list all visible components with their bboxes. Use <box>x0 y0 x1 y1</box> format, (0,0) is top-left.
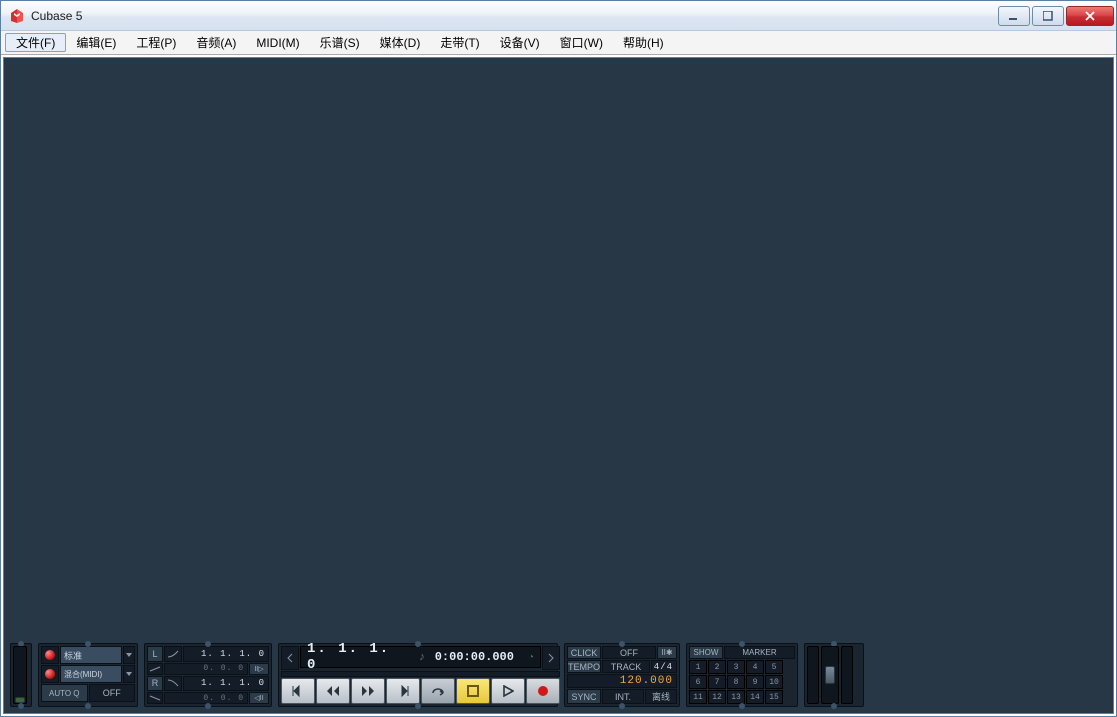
menu-window[interactable]: 窗口(W) <box>550 31 613 54</box>
marker-3[interactable]: 3 <box>727 660 745 674</box>
minimize-button[interactable] <box>998 6 1030 26</box>
output-meter-left <box>807 646 819 704</box>
marker-14[interactable]: 14 <box>746 690 764 704</box>
record-button[interactable] <box>526 678 560 704</box>
goto-end-button[interactable] <box>386 678 420 704</box>
titlebar[interactable]: Cubase 5 <box>1 1 1116 31</box>
output-meter-right <box>841 646 853 704</box>
show-markers-button[interactable]: SHOW <box>689 646 723 659</box>
main-transport-panel: 1. 1. 1. 0 ♪ 0:00:00.000 ◔ <box>278 643 558 707</box>
menu-devices[interactable]: 设备(V) <box>490 31 550 54</box>
performance-meter <box>10 643 32 707</box>
clock-icon[interactable]: ◔ <box>528 652 534 663</box>
marker-2[interactable]: 2 <box>708 660 726 674</box>
marker-6[interactable]: 6 <box>689 675 707 689</box>
close-button[interactable] <box>1066 6 1114 26</box>
right-locator-label[interactable]: R <box>147 676 163 692</box>
maximize-button[interactable] <box>1032 6 1064 26</box>
menu-edit[interactable]: 编辑(E) <box>66 31 126 54</box>
markers-panel: SHOW MARKER 1 2 3 4 5 6 7 8 9 10 1 <box>686 643 798 707</box>
marker-8[interactable]: 8 <box>727 675 745 689</box>
nudge-right-button[interactable] <box>542 646 560 670</box>
cpu-meter <box>13 646 27 704</box>
autoq-value[interactable]: OFF <box>89 684 136 702</box>
tempo-bpm[interactable]: 120.000 <box>567 674 677 688</box>
transport-panel: 标准 混合(MIDI) AUTO Q OFF <box>10 643 1107 707</box>
punch-in-toggle[interactable]: II▷ <box>249 663 269 675</box>
time-signature[interactable]: 4/4 <box>651 660 677 673</box>
app-window: Cubase 5 文件(F) 编辑(E) 工程(P) 音频(A) MIDI(M)… <box>0 0 1117 717</box>
output-level-panel <box>804 643 864 707</box>
nudge-left-button[interactable] <box>281 646 299 670</box>
punch-out-line-icon[interactable] <box>147 692 163 704</box>
goto-start-button[interactable] <box>281 678 315 704</box>
marker-13[interactable]: 13 <box>727 690 745 704</box>
rec-mode-icon <box>41 646 59 664</box>
record-mode-panel: 标准 混合(MIDI) AUTO Q OFF <box>38 643 138 707</box>
rec-mix-icon <box>41 665 59 683</box>
punch-out-curve-icon[interactable] <box>164 676 182 692</box>
menu-help[interactable]: 帮助(H) <box>613 31 674 54</box>
project-canvas[interactable] <box>4 58 1113 637</box>
tempo-label[interactable]: TEMPO <box>567 660 601 673</box>
left-locator-pos[interactable]: 1. 1. 1. 0 <box>183 646 269 662</box>
menu-project[interactable]: 工程(P) <box>126 31 186 54</box>
menu-transport[interactable]: 走带(T) <box>430 31 489 54</box>
rec-mix-dropdown[interactable] <box>123 665 135 683</box>
window-controls <box>998 6 1114 26</box>
workspace: 标准 混合(MIDI) AUTO Q OFF <box>3 57 1114 714</box>
marker-grid: 1 2 3 4 5 6 7 8 9 10 11 12 13 14 <box>689 660 795 704</box>
position-display[interactable]: 1. 1. 1. 0 ♪ 0:00:00.000 ◔ <box>300 646 541 668</box>
punch-in-curve-icon[interactable] <box>164 646 182 662</box>
cycle-button[interactable] <box>421 678 455 704</box>
forward-button[interactable] <box>351 678 385 704</box>
menu-audio[interactable]: 音频(A) <box>186 31 246 54</box>
output-fader[interactable] <box>821 646 839 704</box>
marker-7[interactable]: 7 <box>708 675 726 689</box>
jog-slider[interactable] <box>281 671 560 677</box>
marker-11[interactable]: 11 <box>689 690 707 704</box>
menu-file[interactable]: 文件(F) <box>5 33 66 52</box>
rec-mode-mix[interactable]: 混合(MIDI) <box>60 665 122 683</box>
precount-toggle[interactable]: II✱ <box>657 646 677 659</box>
rec-mode-dropdown[interactable] <box>123 646 135 664</box>
rec-mode-normal[interactable]: 标准 <box>60 646 122 664</box>
app-icon <box>9 8 25 24</box>
punch-in-line-icon[interactable] <box>147 663 163 675</box>
marker-9[interactable]: 9 <box>746 675 764 689</box>
sync-status: 离线 <box>645 689 677 704</box>
locators-panel: L 1. 1. 1. 0 0. 0. 0 II▷ R 1. 1. 1. <box>144 643 272 707</box>
punch-out-toggle[interactable]: ◁II <box>249 692 269 704</box>
marker-10[interactable]: 10 <box>765 675 783 689</box>
marker-12[interactable]: 12 <box>708 690 726 704</box>
rewind-button[interactable] <box>316 678 350 704</box>
tempo-panel: CLICK OFF II✱ TEMPO TRACK 4/4 120.000 SY… <box>564 643 680 707</box>
position-time: 0:00:00.000 <box>435 650 514 664</box>
ruler-format-icon[interactable]: ♪ <box>419 651 425 663</box>
position-bars: 1. 1. 1. 0 <box>307 641 409 673</box>
sync-label[interactable]: SYNC <box>567 689 601 704</box>
right-locator-pos[interactable]: 1. 1. 1. 0 <box>183 676 269 692</box>
window-title: Cubase 5 <box>31 9 998 23</box>
marker-5[interactable]: 5 <box>765 660 783 674</box>
autoq-label[interactable]: AUTO Q <box>41 684 88 702</box>
right-locator-sub: 0. 0. 0 <box>164 692 248 704</box>
play-button[interactable] <box>491 678 525 704</box>
sync-mode[interactable]: INT. <box>602 689 644 704</box>
click-label[interactable]: CLICK <box>567 646 601 659</box>
marker-1[interactable]: 1 <box>689 660 707 674</box>
menu-media[interactable]: 媒体(D) <box>370 31 431 54</box>
markers-label: MARKER <box>724 646 795 659</box>
marker-4[interactable]: 4 <box>746 660 764 674</box>
left-locator-sub: 0. 0. 0 <box>164 663 248 675</box>
marker-15[interactable]: 15 <box>765 690 783 704</box>
stop-button[interactable] <box>456 678 490 704</box>
tempo-mode[interactable]: TRACK <box>602 660 650 673</box>
menubar: 文件(F) 编辑(E) 工程(P) 音频(A) MIDI(M) 乐谱(S) 媒体… <box>1 31 1116 55</box>
menu-score[interactable]: 乐谱(S) <box>310 31 370 54</box>
left-locator-label[interactable]: L <box>147 646 163 662</box>
menu-midi[interactable]: MIDI(M) <box>246 31 309 54</box>
click-value[interactable]: OFF <box>602 646 656 659</box>
